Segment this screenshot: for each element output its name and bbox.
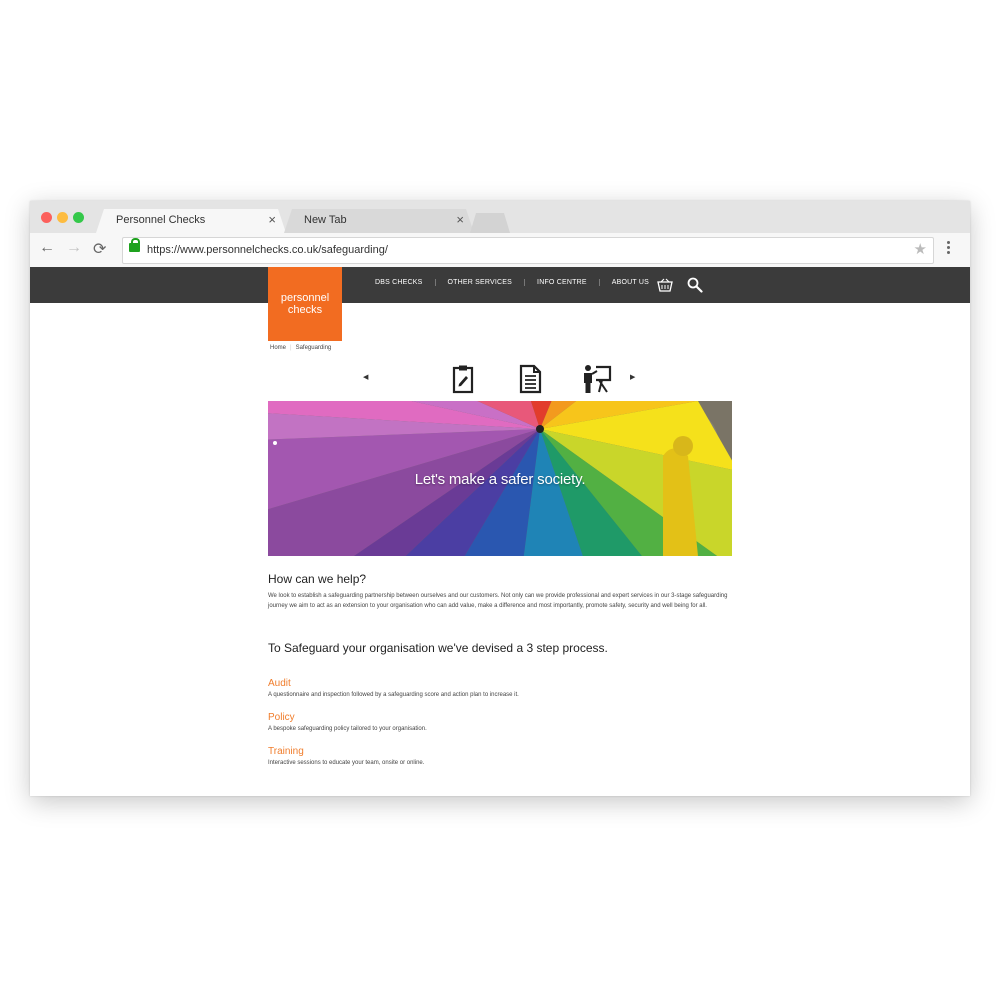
url-text[interactable]: https://www.personnelchecks.co.uk/safegu…: [147, 244, 388, 256]
site-header: DBS CHECKS OTHER SERVICES INFO CENTRE AB…: [30, 267, 970, 303]
close-window-button[interactable]: [41, 212, 52, 223]
carousel-next-icon[interactable]: ▶: [630, 373, 635, 381]
tab-title: Personnel Checks: [116, 214, 206, 226]
site-logo[interactable]: personnel checks: [268, 267, 342, 341]
tab-new-tab[interactable]: New Tab ×: [284, 209, 474, 233]
step-title[interactable]: Training: [268, 746, 738, 757]
breadcrumb: Home | Safeguarding: [270, 345, 331, 351]
nav-about-us[interactable]: ABOUT US: [600, 279, 661, 286]
address-bar[interactable]: https://www.personnelchecks.co.uk/safegu…: [122, 237, 934, 264]
nav-other-services[interactable]: OTHER SERVICES: [436, 279, 526, 286]
tab-personnel-checks[interactable]: Personnel Checks ×: [96, 209, 286, 233]
back-arrow-icon[interactable]: ←: [39, 239, 55, 257]
browser-toolbar: ← → ⟳ https://www.personnelchecks.co.uk/…: [30, 233, 970, 268]
step-description: A bespoke safeguarding policy tailored t…: [268, 726, 427, 732]
tab-title: New Tab: [304, 214, 347, 226]
step-policy: Policy A bespoke safeguarding policy tai…: [268, 712, 738, 732]
icon-carousel: ◀ ▶: [360, 364, 640, 394]
hero-banner: Let's make a safer society.: [268, 401, 732, 556]
tab-strip: Personnel Checks × New Tab ×: [30, 201, 970, 233]
bookmark-star-icon[interactable]: ★: [914, 240, 927, 258]
breadcrumb-current: Safeguarding: [295, 345, 332, 351]
presentation-icon[interactable]: [582, 364, 612, 394]
step-description: A questionnaire and inspection followed …: [268, 692, 519, 698]
breadcrumb-home[interactable]: Home: [270, 345, 286, 351]
step-description: Interactive sessions to educate your tea…: [268, 760, 425, 766]
document-icon[interactable]: [515, 364, 545, 394]
logo-line-2: checks: [287, 304, 323, 316]
nav-info-centre[interactable]: INFO CENTRE: [525, 279, 600, 286]
browser-menu-icon[interactable]: [947, 241, 951, 256]
breadcrumb-separator: |: [290, 345, 292, 351]
new-tab-button[interactable]: [470, 209, 510, 233]
help-paragraph: We look to establish a safeguarding part…: [268, 593, 728, 609]
lock-icon: [129, 238, 140, 252]
nav-dbs-checks[interactable]: DBS CHECKS: [363, 279, 436, 286]
carousel-prev-icon[interactable]: ◀: [363, 373, 368, 381]
forward-arrow-icon[interactable]: →: [66, 239, 82, 257]
reload-icon[interactable]: ⟳: [93, 239, 106, 259]
main-nav: DBS CHECKS OTHER SERVICES INFO CENTRE AB…: [363, 279, 661, 286]
browser-window: Personnel Checks × New Tab × ← → ⟳ https…: [30, 201, 970, 796]
step-audit: Audit A questionnaire and inspection fol…: [268, 678, 738, 698]
web-page: DBS CHECKS OTHER SERVICES INFO CENTRE AB…: [30, 267, 970, 796]
step-training: Training Interactive sessions to educate…: [268, 746, 738, 766]
main-content: How can we help? We look to establish a …: [268, 572, 738, 766]
search-icon[interactable]: [687, 277, 703, 293]
basket-icon[interactable]: [657, 278, 673, 292]
tab-close-icon[interactable]: ×: [456, 212, 464, 227]
step-title[interactable]: Policy: [268, 712, 738, 723]
process-heading: To Safeguard your organisation we've dev…: [268, 641, 608, 655]
maximize-window-button[interactable]: [73, 212, 84, 223]
help-heading: How can we help?: [268, 572, 367, 586]
hero-tagline: Let's make a safer society.: [414, 471, 586, 488]
slider-dot[interactable]: [273, 441, 277, 445]
tab-close-icon[interactable]: ×: [268, 212, 276, 227]
minimize-window-button[interactable]: [57, 212, 68, 223]
logo-line-1: personnel: [280, 292, 330, 304]
step-title[interactable]: Audit: [268, 678, 738, 689]
clipboard-icon[interactable]: [448, 364, 478, 394]
